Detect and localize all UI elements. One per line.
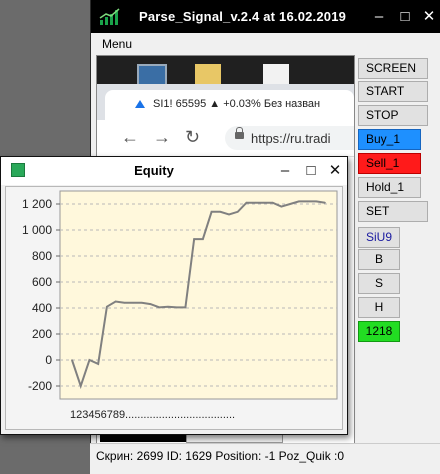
ytick-label: 200 — [32, 327, 52, 341]
set-button[interactable]: SET — [358, 201, 428, 222]
plot-area — [59, 190, 338, 400]
data-point — [79, 385, 82, 387]
menu-item-menu[interactable]: Menu — [102, 37, 132, 51]
maximize-button[interactable]: □ — [393, 5, 417, 29]
data-point — [97, 363, 99, 365]
reload-icon[interactable]: ↻ — [185, 128, 200, 146]
stop-button[interactable]: STOP — [358, 105, 428, 126]
folder-icon — [195, 64, 221, 84]
close-button[interactable]: ✕ — [417, 5, 440, 29]
status-bar: Скрин: 2699 ID: 1629 Position: -1 Poz_Qu… — [90, 443, 440, 474]
hold-1-button[interactable]: Hold_1 — [358, 177, 421, 198]
browser-address-bar: ← → ↻ https://ru.tradi — [97, 120, 354, 157]
data-point — [149, 303, 152, 305]
lock-icon — [235, 127, 244, 139]
data-point — [245, 201, 248, 204]
window-title: Parse_Signal_v.2.4 at 16.02.2019 — [139, 9, 347, 24]
equity-chart-svg: -200 0 200 400 600 800 1 000 1 200 123456789....… — [22, 190, 338, 421]
value-1218-button[interactable]: 1218 — [358, 321, 400, 342]
data-point — [167, 305, 169, 308]
data-point — [114, 300, 117, 303]
xtick-labels: 123456789...............................… — [70, 409, 235, 421]
data-point — [132, 302, 134, 304]
document-icon — [263, 64, 289, 84]
data-point — [202, 238, 204, 240]
back-arrow-icon[interactable]: ← — [121, 128, 139, 146]
data-point — [210, 211, 213, 213]
data-point — [140, 302, 143, 304]
b-button[interactable]: B — [358, 249, 400, 270]
start-button[interactable]: START — [358, 81, 428, 102]
ytick-label: 800 — [32, 249, 52, 263]
data-point — [71, 359, 73, 361]
h-button[interactable]: H — [358, 297, 400, 318]
data-point — [254, 201, 257, 204]
data-point — [263, 201, 265, 204]
buy-1-button[interactable]: Buy_1 — [358, 129, 421, 150]
data-point — [184, 306, 187, 309]
data-point — [228, 213, 230, 216]
data-point — [315, 200, 318, 203]
equity-maximize-button[interactable]: □ — [299, 159, 323, 183]
minimize-button[interactable]: – — [367, 5, 391, 29]
equity-minimize-button[interactable]: – — [273, 159, 297, 183]
equity-titlebar[interactable]: Equity – □ ✕ — [1, 157, 347, 185]
data-point — [280, 205, 283, 208]
data-point — [236, 211, 239, 213]
ytick-label: 0 — [45, 353, 52, 367]
chart-app-icon — [99, 8, 120, 25]
desktop-strip — [97, 56, 354, 88]
equity-chart: -200 0 200 400 600 800 1 000 1 200 123456789....… — [5, 186, 343, 430]
data-point — [123, 302, 126, 304]
data-point — [271, 201, 274, 204]
data-point — [193, 238, 195, 240]
instrument-button[interactable]: SiU9 — [358, 227, 400, 248]
url-text: https://ru.tradi — [251, 131, 331, 146]
menu-bar: Menu — [91, 33, 440, 55]
ytick-label: 400 — [32, 301, 52, 315]
equity-close-button[interactable]: ✕ — [323, 159, 347, 183]
browser-tab[interactable]: SI1! 65595 ▲ +0.03% Без назван — [105, 90, 354, 120]
data-point — [298, 200, 300, 203]
screen-button[interactable]: SCREEN — [358, 58, 428, 79]
ytick-label: 600 — [32, 275, 52, 289]
data-point — [306, 200, 309, 203]
s-button[interactable]: S — [358, 273, 400, 294]
data-point — [158, 306, 161, 309]
data-point — [106, 305, 108, 308]
sell-1-button[interactable]: Sell_1 — [358, 153, 421, 174]
browser-tab-strip: SI1! 65595 ▲ +0.03% Без назван — [97, 84, 354, 120]
url-field[interactable]: https://ru.tradi — [225, 126, 354, 150]
data-point — [88, 359, 91, 361]
data-point — [175, 306, 178, 309]
data-point — [219, 211, 222, 213]
equity-window: Equity – □ ✕ -200 0 200 400 600 800 1 000 1 200… — [0, 156, 348, 435]
ytick-label: 1 200 — [22, 197, 52, 211]
tradingview-tab-icon — [135, 100, 145, 108]
main-titlebar[interactable]: Parse_Signal_v.2.4 at 16.02.2019 – □ ✕ — [91, 0, 440, 33]
status-text: Скрин: 2699 ID: 1629 Position: -1 Poz_Qu… — [96, 449, 345, 463]
equity-title: Equity — [134, 163, 174, 178]
ytick-label: 1 000 — [22, 223, 52, 237]
data-point — [324, 201, 326, 204]
forward-arrow-icon[interactable]: → — [153, 128, 171, 146]
data-point — [289, 203, 291, 205]
browser-tab-title: SI1! 65595 ▲ +0.03% Без назван — [153, 98, 321, 110]
ytick-label: -200 — [28, 379, 52, 393]
